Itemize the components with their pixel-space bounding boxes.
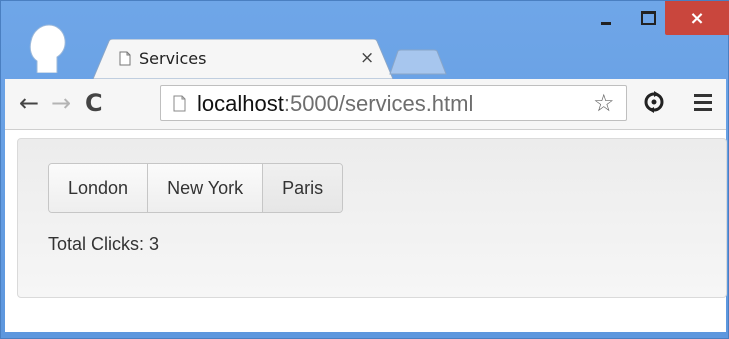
page-content: London New York Paris Total Clicks: 3 bbox=[5, 130, 727, 332]
close-window-button[interactable]: × bbox=[665, 1, 729, 35]
url-host: localhost bbox=[197, 91, 284, 116]
tab-close-icon[interactable]: × bbox=[360, 48, 374, 68]
city-button-group: London New York Paris bbox=[48, 163, 344, 213]
minimize-button[interactable] bbox=[582, 1, 630, 35]
url-path: :5000/services.html bbox=[283, 91, 474, 116]
profile-icon[interactable] bbox=[27, 23, 71, 73]
forward-arrow-icon[interactable]: → bbox=[51, 89, 71, 117]
content-panel: London New York Paris Total Clicks: 3 bbox=[17, 138, 727, 298]
browser-toolbar: ← → C localhost:5000/services.html ☆ bbox=[5, 79, 726, 130]
browser-window: Services × × ← → C localhost:5000/servic… bbox=[0, 0, 729, 339]
maximize-icon bbox=[640, 11, 656, 25]
bookmark-star-icon[interactable]: ☆ bbox=[593, 89, 615, 117]
tab-services[interactable]: Services × bbox=[93, 39, 393, 79]
tab-title: Services bbox=[139, 49, 207, 68]
page-icon bbox=[119, 51, 131, 66]
window-bottom-border bbox=[5, 332, 726, 338]
address-bar[interactable]: localhost:5000/services.html ☆ bbox=[160, 85, 627, 121]
back-arrow-icon[interactable]: ← bbox=[19, 89, 39, 117]
paris-button[interactable]: Paris bbox=[263, 164, 343, 212]
page-icon bbox=[173, 95, 186, 112]
reload-icon[interactable]: C bbox=[85, 89, 103, 117]
minimize-icon bbox=[601, 21, 611, 25]
url-text: localhost:5000/services.html bbox=[197, 91, 473, 117]
new-york-button[interactable]: New York bbox=[148, 164, 264, 212]
menu-icon[interactable] bbox=[694, 94, 712, 111]
maximize-button[interactable] bbox=[630, 1, 666, 35]
london-button[interactable]: London bbox=[49, 164, 149, 212]
extension-icon[interactable] bbox=[641, 89, 667, 115]
total-clicks-text: Total Clicks: 3 bbox=[48, 234, 160, 254]
close-icon: × bbox=[689, 7, 705, 29]
new-tab-button[interactable] bbox=[388, 49, 448, 75]
